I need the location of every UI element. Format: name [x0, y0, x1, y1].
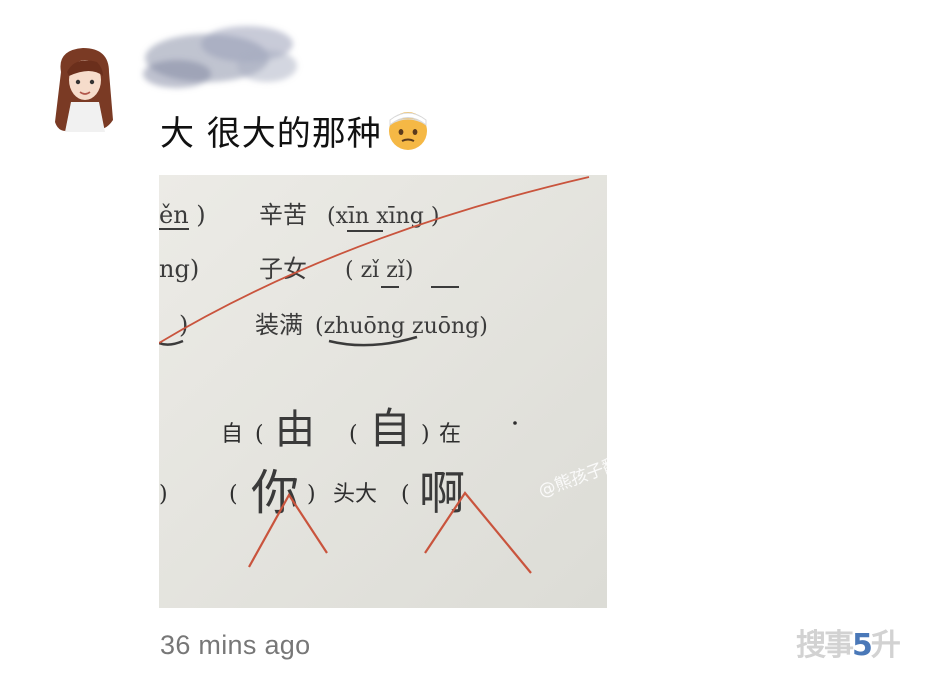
- row2-partial: ng): [159, 255, 199, 283]
- fill1-paren-close: ): [421, 422, 430, 447]
- row3-pinyin: (zhuōng zuōng): [315, 314, 488, 339]
- row2-pinyin: ( zǐ zǐ): [345, 258, 413, 283]
- avatar-illustration: [55, 48, 113, 132]
- message-text: 大 很大的那种: [160, 113, 382, 154]
- fill2-paren-open-1: (: [229, 482, 238, 507]
- row3-word: 装满: [255, 311, 303, 339]
- fill2-paren-close-1: ): [307, 482, 316, 507]
- row3-partial: ): [179, 311, 188, 339]
- row1-word: 辛苦: [259, 201, 307, 229]
- fill1-right: 在: [439, 422, 461, 447]
- face-with-head-bandage-emoji: [386, 108, 430, 152]
- scribble-redaction: [143, 26, 297, 88]
- fill2-left: ): [159, 482, 168, 507]
- redacted-username: [137, 14, 305, 100]
- logo-char: 搜: [796, 628, 826, 663]
- fill2-blank-2: 啊: [419, 466, 465, 520]
- worksheet-image: ěn ) 辛苦 (xīn xīng ) ng) 子女 ( zǐ zǐ) ) 装满…: [159, 175, 607, 608]
- avatar[interactable]: [47, 42, 123, 138]
- timestamp: 36 mins ago: [160, 630, 311, 660]
- logo-char: 5: [852, 628, 873, 663]
- fill1-blank-2: 自: [369, 404, 411, 453]
- fill2-paren-open-2: (: [401, 482, 410, 507]
- row1-partial: ěn ): [159, 201, 206, 229]
- fill1-paren-open-2: (: [349, 422, 358, 447]
- fill2-blank-1: 你: [251, 465, 299, 521]
- fill1-paren-open-1: (: [255, 422, 264, 447]
- chat-message: 大 很大的那种: [160, 104, 430, 156]
- logo-char: 升: [870, 628, 901, 663]
- corner-logo-watermark: 搜事5升: [796, 620, 901, 664]
- logo-char: 事: [824, 628, 854, 663]
- row1-pinyin: (xīn xīng ): [327, 204, 439, 229]
- fill1-blank-1: 由: [275, 407, 315, 453]
- fill1-left: 自: [221, 422, 243, 447]
- fill2-middle: 头大: [333, 482, 377, 507]
- worksheet-photo[interactable]: ěn ) 辛苦 (xīn xīng ) ng) 子女 ( zǐ zǐ) ) 装满…: [159, 175, 607, 608]
